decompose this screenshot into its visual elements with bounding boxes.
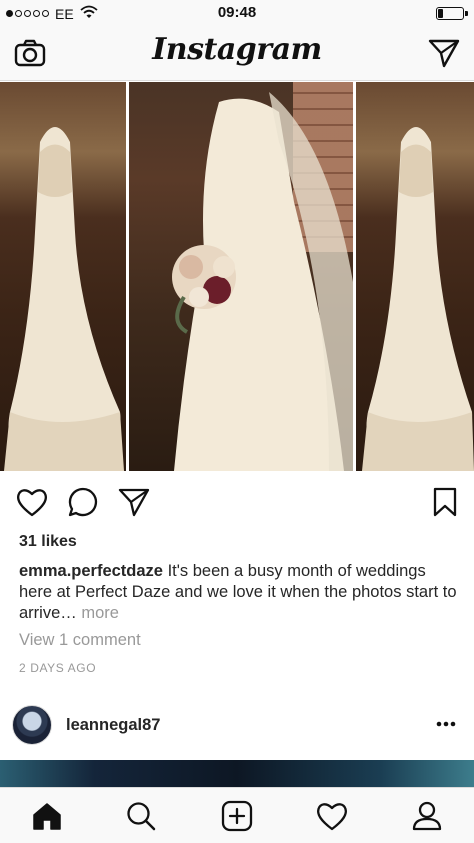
caption-more-link[interactable]: more <box>77 604 119 622</box>
next-post-username[interactable]: leannegal87 <box>66 716 160 735</box>
post-caption: emma.perfectdaze It's been a busy month … <box>19 561 459 624</box>
next-post-header: leannegal87 <box>0 700 474 760</box>
status-time: 09:48 <box>217 4 257 21</box>
battery-tip <box>465 11 468 16</box>
caption-username[interactable]: emma.perfectdaze <box>19 562 163 580</box>
post-actions <box>0 472 474 530</box>
battery-level <box>438 9 443 18</box>
status-bar: EE 09:48 <box>0 0 474 26</box>
post-timestamp: 2 DAYS AGO <box>19 661 97 675</box>
more-options-icon[interactable] <box>432 714 460 734</box>
tab-bar <box>0 787 474 843</box>
activity-heart-icon[interactable] <box>314 798 350 834</box>
home-icon[interactable] <box>29 798 65 834</box>
profile-icon[interactable] <box>409 798 445 834</box>
dress-figure-right <box>362 127 474 471</box>
bookmark-icon[interactable] <box>429 486 461 518</box>
new-post-icon[interactable] <box>219 798 255 834</box>
likes-count[interactable]: 31 likes <box>19 533 77 551</box>
comment-icon[interactable] <box>67 486 99 518</box>
app-header: Instagram <box>0 26 474 81</box>
dress-figure-left <box>4 127 124 471</box>
photo-panel-center <box>129 82 353 471</box>
avatar[interactable] <box>12 705 52 745</box>
share-icon[interactable] <box>118 486 150 518</box>
direct-message-icon[interactable] <box>427 36 461 70</box>
battery-icon <box>436 7 464 20</box>
search-icon[interactable] <box>123 798 159 834</box>
view-comments-link[interactable]: View 1 comment <box>19 631 141 650</box>
post-image[interactable] <box>0 82 474 471</box>
photo-panel-right <box>356 82 474 471</box>
next-post-image[interactable] <box>0 760 474 790</box>
heart-icon[interactable] <box>16 486 48 518</box>
bride-figure-center <box>172 92 353 471</box>
photo-panel-left <box>0 82 126 471</box>
instagram-logo: Instagram <box>152 32 322 67</box>
